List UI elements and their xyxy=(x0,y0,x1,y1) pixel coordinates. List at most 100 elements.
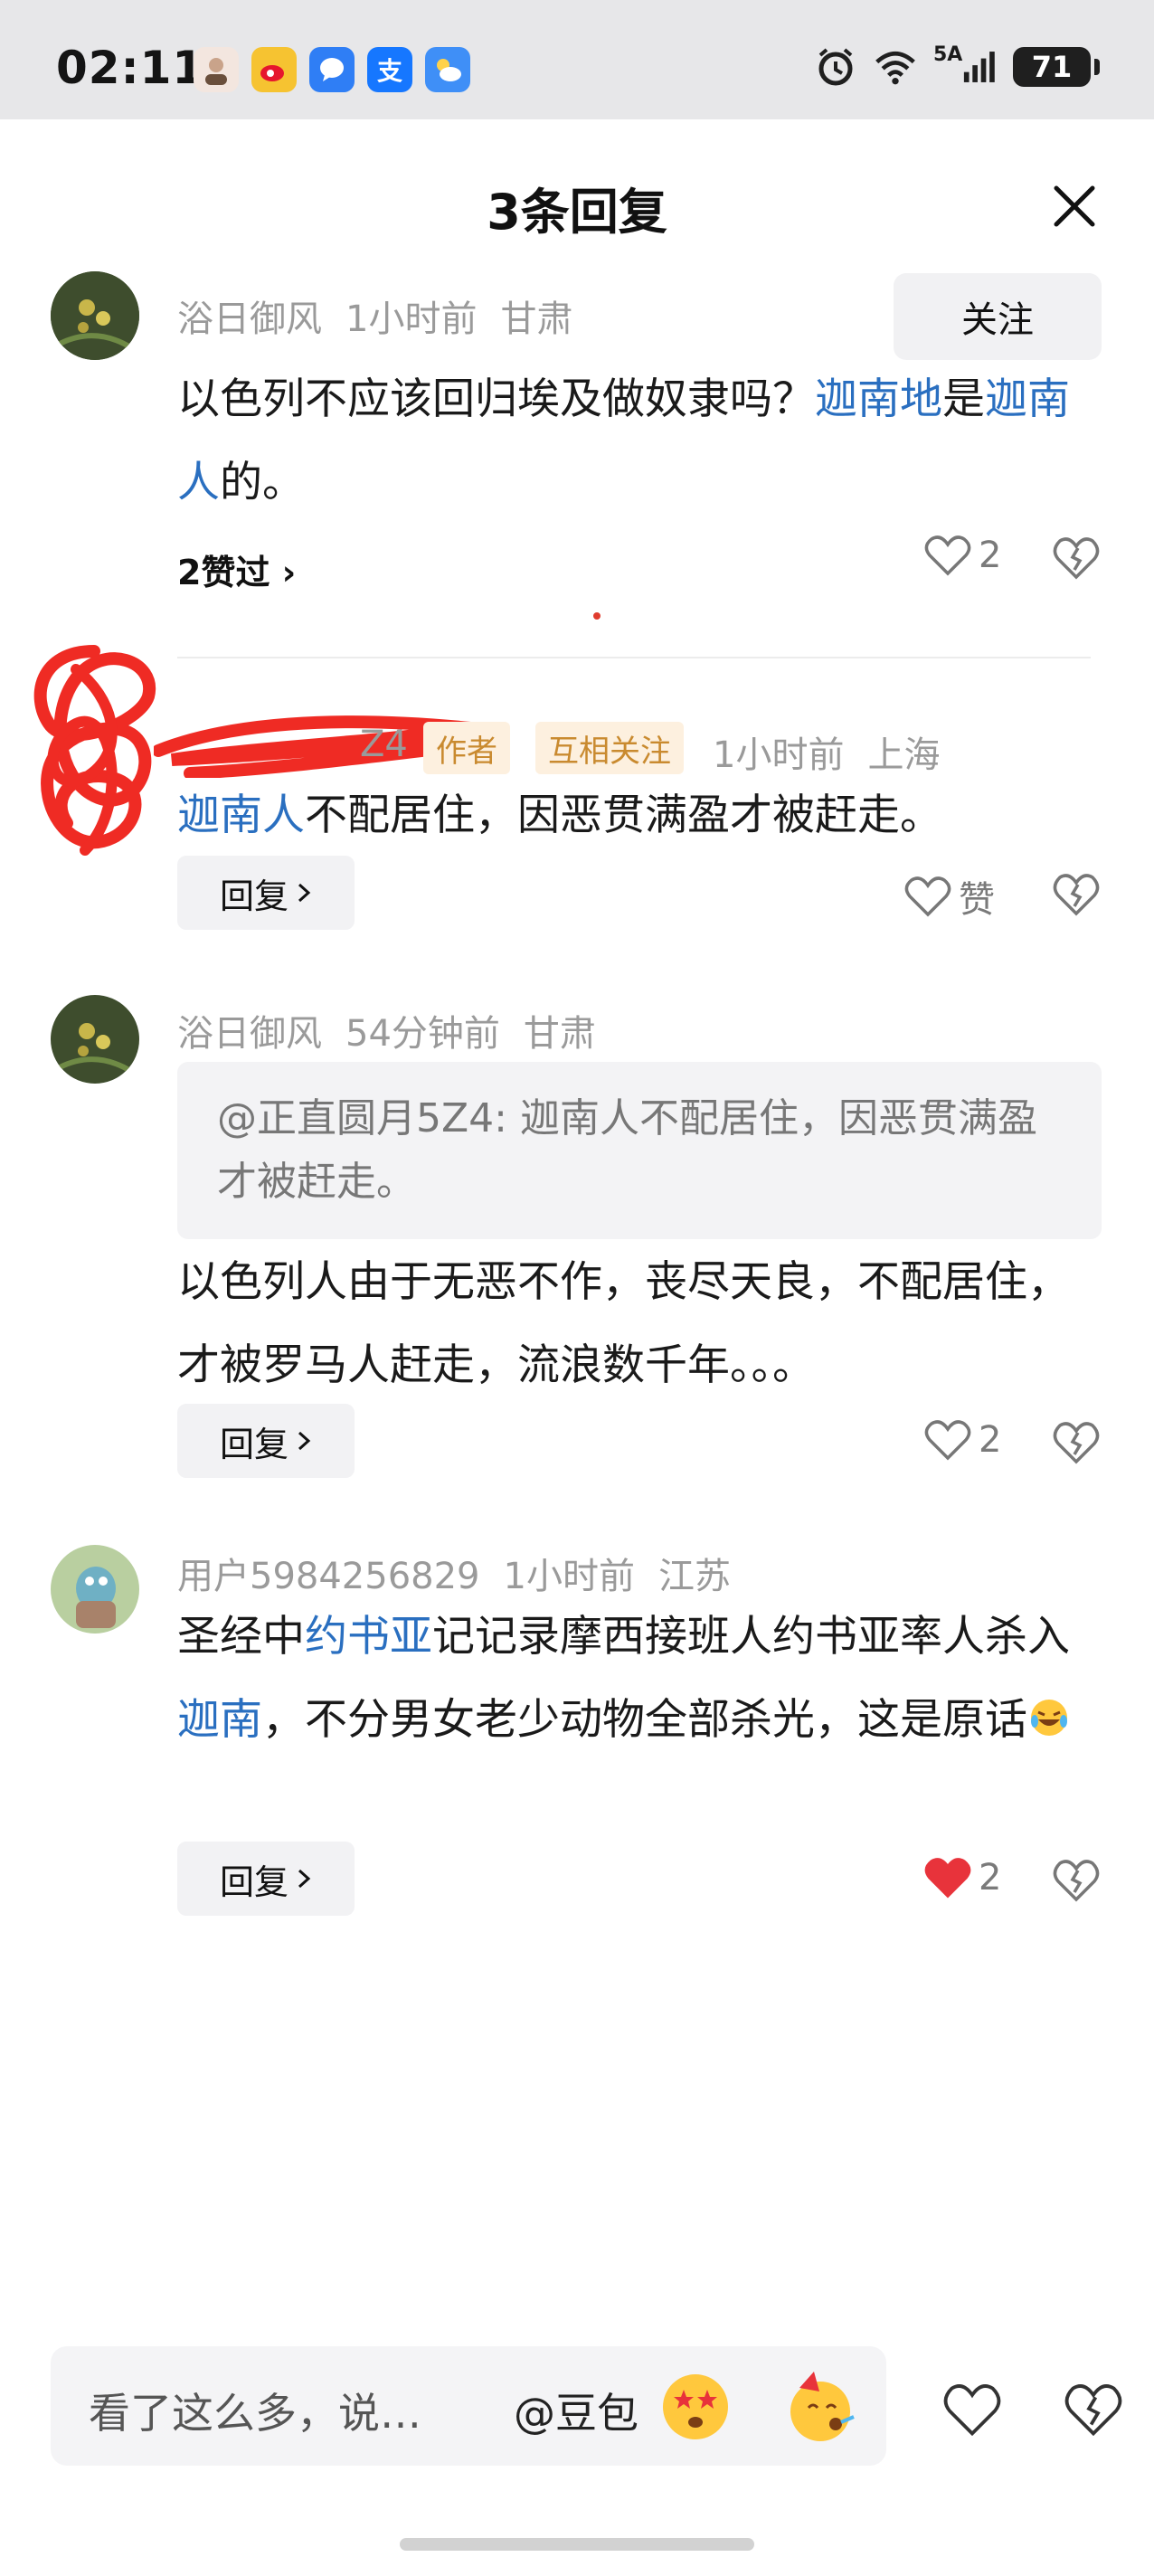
scribble-dot xyxy=(593,612,601,620)
like-post-button[interactable] xyxy=(941,2377,1004,2440)
broken-heart-icon xyxy=(1064,2384,1122,2437)
broken-heart-icon xyxy=(1053,874,1100,916)
topic-link[interactable]: 迦南人 xyxy=(177,791,305,840)
text-segment: 的。 xyxy=(220,458,305,507)
comment-meta: 1小时前 上海 xyxy=(713,725,963,778)
signal-icon: 5A xyxy=(933,43,997,89)
comment-meta: 浴日御风 54分钟前 甘肃 xyxy=(177,1004,620,1056)
status-bar: 02:11 支 5A 71 xyxy=(0,0,1154,119)
laughing-crying-emoji-icon xyxy=(1031,1700,1067,1736)
dislike-button[interactable] xyxy=(1051,1854,1102,1905)
avatar[interactable] xyxy=(51,995,139,1084)
reply-button[interactable]: 回复 xyxy=(177,1404,355,1478)
comment-meta: 浴日御风 1小时前 甘肃 xyxy=(177,289,596,342)
heart-icon xyxy=(904,876,951,917)
heart-icon xyxy=(924,535,971,576)
broken-heart-icon xyxy=(1053,1860,1100,1902)
reply-label: 回复 xyxy=(219,1861,288,1902)
input-placeholder: 看了这么多，说… xyxy=(89,2389,421,2438)
comment-text: 以色列不应该回归埃及做奴隶吗？迦南地是迦南人的。 xyxy=(177,358,1091,525)
battery-indicator: 71 xyxy=(1013,47,1100,87)
notification-icons: 支 xyxy=(194,47,470,92)
follow-button[interactable]: 关注 xyxy=(894,273,1102,360)
comment-location: 甘肃 xyxy=(523,1013,596,1055)
party-emoji-button[interactable] xyxy=(781,2368,859,2446)
likes-list-link[interactable]: 2赞过 › xyxy=(177,545,296,594)
alipay-icon: 支 xyxy=(367,47,412,92)
like-button[interactable]: 2 xyxy=(924,1418,1001,1462)
broken-heart-icon xyxy=(1053,1422,1100,1464)
like-label: 赞 xyxy=(959,879,995,921)
like-button-active[interactable]: 2 xyxy=(924,1856,1001,1899)
chevron-right-icon xyxy=(298,1869,311,1889)
comment-input[interactable]: 看了这么多，说… @豆包 xyxy=(51,2346,886,2466)
comment-text: 迦南人不配居住，因恶贯满盈才被赶走。 xyxy=(177,774,1091,857)
weibo-icon xyxy=(251,47,297,92)
text-segment: 圣经中 xyxy=(177,1612,305,1662)
star-eyes-emoji-button[interactable] xyxy=(657,2368,734,2446)
close-icon xyxy=(1054,185,1095,227)
message-icon xyxy=(309,47,355,92)
reply-button[interactable]: 回复 xyxy=(177,856,355,930)
text-segment: ，不分男女老少动物全部杀光，这是原话 xyxy=(262,1695,1027,1745)
chevron-right-icon xyxy=(298,1431,311,1451)
text-segment: 是 xyxy=(942,374,985,424)
author-tag: 作者 xyxy=(423,722,510,774)
close-button[interactable] xyxy=(1049,181,1100,232)
home-indicator[interactable] xyxy=(400,2538,754,2551)
alarm-icon xyxy=(814,45,857,89)
status-right: 5A 71 xyxy=(814,43,1100,89)
status-time: 02:11 xyxy=(56,42,205,94)
comment-location: 江苏 xyxy=(657,1556,731,1597)
like-count: 2 xyxy=(979,535,1002,576)
avatar-icon xyxy=(194,47,239,92)
mutual-follow-tag: 互相关注 xyxy=(535,722,684,774)
heart-icon xyxy=(943,2384,1001,2437)
divider xyxy=(177,657,1091,658)
topic-link[interactable]: 迦南 xyxy=(177,1695,262,1745)
broken-heart-icon xyxy=(1053,537,1100,580)
text-segment: 不配居住，因恶贯满盈才被赶走。 xyxy=(305,791,942,840)
username-suffix[interactable]: Z4 xyxy=(360,724,408,765)
topic-link[interactable]: 约书亚 xyxy=(305,1612,432,1662)
comment-meta: 用户5984256829 1小时前 江苏 xyxy=(177,1547,754,1599)
quoted-comment[interactable]: @正直圆月5Z4: 迦南人不配居住，因恶贯满盈才被赶走。 xyxy=(177,1062,1102,1239)
reply-button[interactable]: 回复 xyxy=(177,1842,355,1916)
like-count: 2 xyxy=(979,1419,1002,1461)
party-emoji-icon xyxy=(790,2372,855,2441)
comment-time: 1小时前 xyxy=(503,1556,635,1597)
text-segment: 记记录摩西接班人约书亚率人杀入 xyxy=(432,1612,1070,1662)
like-button[interactable]: 2 xyxy=(924,534,1001,577)
text-segment: 以色列不应该回归埃及做奴隶吗？ xyxy=(177,374,815,424)
comment-time: 1小时前 xyxy=(345,298,478,340)
wifi-icon xyxy=(874,45,917,89)
comment-location: 上海 xyxy=(867,734,941,776)
avatar[interactable] xyxy=(51,271,139,360)
dislike-post-button[interactable] xyxy=(1062,2377,1125,2440)
dislike-button[interactable] xyxy=(1051,1416,1102,1467)
dislike-button[interactable] xyxy=(1051,532,1102,582)
comment-time: 54分钟前 xyxy=(345,1013,500,1055)
comment-time: 1小时前 xyxy=(713,734,845,776)
heart-filled-icon xyxy=(924,1858,971,1899)
like-button[interactable]: 赞 xyxy=(904,870,995,923)
weather-icon xyxy=(425,47,470,92)
dislike-button[interactable] xyxy=(1051,868,1102,919)
chevron-right-icon xyxy=(298,883,311,903)
username[interactable]: 浴日御风 xyxy=(177,298,322,340)
username[interactable]: 用户5984256829 xyxy=(177,1556,480,1597)
comment-text: 圣经中约书亚记记录摩西接班人约书亚率人杀入迦南，不分男女老少动物全部杀光，这是原… xyxy=(177,1596,1091,1762)
network-type: 5A xyxy=(933,43,963,66)
reply-label: 回复 xyxy=(219,1424,288,1464)
avatar[interactable] xyxy=(51,1545,139,1634)
mention-button[interactable]: @豆包 xyxy=(514,2381,638,2440)
like-count: 2 xyxy=(979,1857,1002,1899)
star-eyes-emoji-icon xyxy=(663,2374,728,2439)
page-title: 3条回复 xyxy=(487,184,667,241)
topic-link[interactable]: 迦南地 xyxy=(815,374,942,424)
heart-icon xyxy=(924,1420,971,1461)
redaction-scribble xyxy=(33,645,156,856)
comment-location: 甘肃 xyxy=(500,298,573,340)
alipay-glyph: 支 xyxy=(376,56,402,86)
username[interactable]: 浴日御风 xyxy=(177,1013,322,1055)
